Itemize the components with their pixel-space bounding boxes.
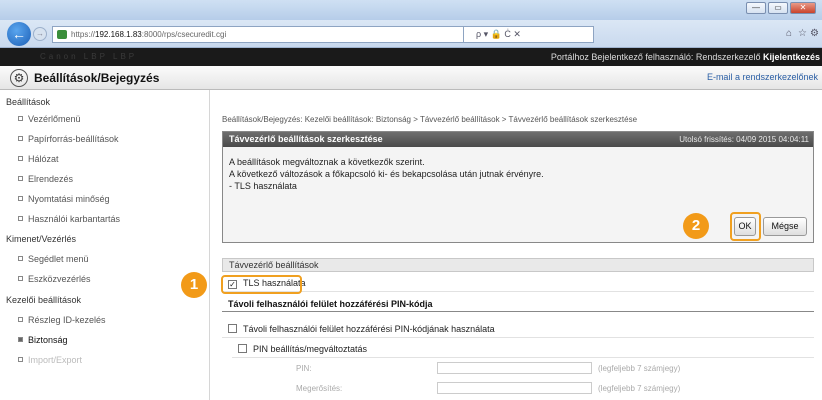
section-remote-settings: Távvezérlő beállítások <box>222 258 814 272</box>
url-host: 192.168.1.83 <box>95 30 142 39</box>
confirmation-panel: Távvezérlő beállítások szerkesztése Utol… <box>222 131 814 243</box>
portal-links: Portálhoz Bejelentkező felhasználó: Rend… <box>551 52 820 62</box>
close-window-button[interactable]: ✕ <box>790 2 816 14</box>
window-titlebar: — ▭ ✕ <box>0 0 822 20</box>
confirm-pin-input[interactable] <box>437 382 592 394</box>
address-bar[interactable]: https://192.168.1.83:8000/rps/csecuredit… <box>52 26 464 43</box>
tls-highlight <box>221 275 302 294</box>
callout-1: 1 <box>181 272 207 298</box>
sidebar-section-admin[interactable]: Kezelői beállítások <box>6 295 81 305</box>
page-header: ⚙ Beállítások/Bejegyzés E-mail a rendsze… <box>0 66 822 90</box>
use-pin-row: Távoli felhasználói felület hozzáférési … <box>222 320 814 338</box>
breadcrumb: Beállítások/Bejegyzés: Kezelői beállítás… <box>222 115 638 124</box>
panel-title: Távvezérlő beállítások szerkesztése <box>229 134 383 144</box>
sidebar-item-department-id[interactable]: Részleg ID-kezelés <box>18 315 106 325</box>
sidebar-section-settings[interactable]: Beállítások <box>6 97 50 107</box>
use-pin-checkbox[interactable] <box>228 324 237 333</box>
callout-2: 2 <box>683 213 709 239</box>
use-pin-label: Távoli felhasználói felület hozzáférési … <box>243 324 495 334</box>
sidebar-item-control-menu[interactable]: Vezérlőmenü <box>18 114 81 124</box>
message-line: A következő változások a főkapcsoló ki- … <box>229 169 544 179</box>
sidebar-item-layout[interactable]: Elrendezés <box>18 174 73 184</box>
forward-button[interactable]: → <box>33 27 47 41</box>
maximize-button[interactable]: ▭ <box>768 2 788 14</box>
sidebar-item-import-export[interactable]: Import/Export <box>18 355 82 365</box>
mail-admin-link[interactable]: E-mail a rendszerkezelőnek <box>707 72 818 82</box>
pin-set-checkbox[interactable] <box>238 344 247 353</box>
confirm-note: (legfeljebb 7 számjegy) <box>598 384 681 393</box>
confirmation-message: A beállítások megváltoznak a következők … <box>223 147 813 192</box>
sidebar-item-network[interactable]: Hálózat <box>18 154 59 164</box>
confirm-label: Megerősítés: <box>296 384 343 393</box>
sidebar-item-device-control[interactable]: Eszközvezérlés <box>18 274 91 284</box>
address-tools[interactable]: ρ ▾ 🔒 Ċ ✕ <box>464 26 594 43</box>
sidebar-item-help-menu[interactable]: Segédlet menü <box>18 254 89 264</box>
tls-row: ✓ TLS használata <box>222 274 814 292</box>
url-rest: :8000/rps/csecuredit.cgi <box>141 30 227 39</box>
sidebar-item-security[interactable]: Biztonság <box>18 335 68 345</box>
pin-set-row: PIN beállítás/megváltoztatás <box>232 340 814 358</box>
last-update: Utolsó frissítés: 04/09 2015 04:04:11 <box>679 135 809 144</box>
pin-set-label: PIN beállítás/megváltoztatás <box>253 344 368 354</box>
url-prefix: https:// <box>71 30 96 39</box>
settings-gear-icon: ⚙ <box>10 69 28 87</box>
pin-note: (legfeljebb 7 számjegy) <box>598 364 681 373</box>
window-controls: — ▭ ✕ <box>746 2 816 14</box>
portal-user-info[interactable]: Portálhoz Bejelentkező felhasználó: Rend… <box>551 52 761 62</box>
pin-input[interactable] <box>437 362 592 374</box>
panel-header: Távvezérlő beállítások szerkesztése Utol… <box>223 132 813 147</box>
sidebar-item-user-maintenance[interactable]: Használói karbantartás <box>18 214 120 224</box>
section-pin: Távoli felhasználói felület hozzáférési … <box>222 298 814 312</box>
message-line: A beállítások megváltoznak a következők … <box>229 157 425 167</box>
favorites-icon[interactable]: ☆ <box>798 28 807 39</box>
minimize-button[interactable]: — <box>746 2 766 14</box>
ok-highlight <box>730 212 761 241</box>
site-identity-icon <box>57 30 67 39</box>
pin-label: PIN: <box>296 364 312 373</box>
logout-link[interactable]: Kijelentkezés <box>763 52 820 62</box>
sidebar: Beállítások Vezérlőmenü Papírforrás-beál… <box>0 90 210 400</box>
gear-icon[interactable]: ⚙ <box>810 28 819 39</box>
browser-toolbar: ← → https://192.168.1.83:8000/rps/csecur… <box>0 20 822 48</box>
cancel-button[interactable]: Mégse <box>763 217 807 236</box>
page-title: Beállítások/Bejegyzés <box>34 71 160 85</box>
sidebar-section-output[interactable]: Kimenet/Vezérlés <box>6 234 76 244</box>
sidebar-item-print-quality[interactable]: Nyomtatási minőség <box>18 194 110 204</box>
portal-logo-text: Canon LBP LBP <box>40 52 138 61</box>
sidebar-item-paper-source[interactable]: Papírforrás-beállítások <box>18 134 119 144</box>
portal-bar: Canon LBP LBP Portálhoz Bejelentkező fel… <box>0 48 822 66</box>
message-line: - TLS használata <box>229 181 297 191</box>
home-icon[interactable]: ⌂ <box>786 28 792 39</box>
back-button[interactable]: ← <box>7 22 31 46</box>
